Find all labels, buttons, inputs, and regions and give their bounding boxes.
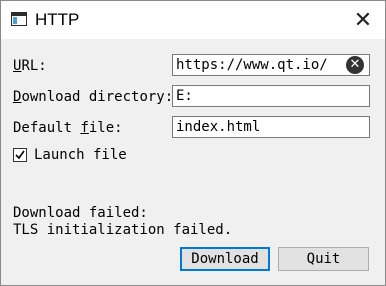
download-directory-label: Download directory:: [13, 89, 174, 105]
download-directory-value: E:: [176, 88, 193, 104]
title-bar: HTTP ✕: [1, 1, 385, 39]
quit-button[interactable]: Quit: [278, 247, 369, 271]
url-input[interactable]: https://www.qt.io/ ✕: [172, 54, 370, 76]
status-line-1: Download failed:: [13, 205, 148, 221]
launch-file-label: Launch file: [34, 147, 127, 163]
http-dialog-window: HTTP ✕ URL: https://www.qt.io/ ✕ Downloa…: [0, 0, 386, 286]
checkmark-icon: [15, 150, 25, 160]
url-value: https://www.qt.io/: [176, 57, 328, 73]
window-title: HTTP: [35, 10, 80, 29]
status-line-2: TLS initialization failed.: [13, 222, 233, 238]
close-icon[interactable]: ✕: [353, 9, 373, 31]
launch-file-checkbox[interactable]: [13, 148, 27, 162]
download-button[interactable]: Download: [180, 247, 270, 271]
default-file-label: Default file:: [13, 120, 123, 136]
clear-url-icon[interactable]: ✕: [346, 56, 364, 74]
app-window-icon: [11, 12, 27, 26]
download-directory-input[interactable]: E:: [172, 85, 370, 107]
url-label: URL:: [13, 58, 47, 74]
default-file-value: index.html: [176, 119, 261, 135]
default-file-input[interactable]: index.html: [172, 116, 370, 138]
